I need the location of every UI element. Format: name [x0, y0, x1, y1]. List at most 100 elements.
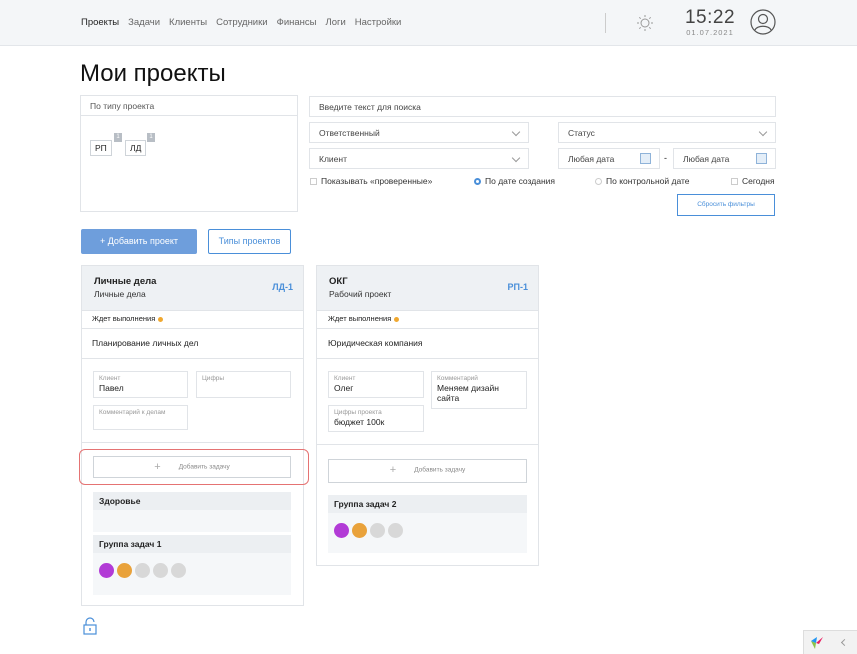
add-task-label: Добавить задачу	[414, 466, 466, 474]
radio-icon	[474, 177, 481, 185]
client-select[interactable]: Клиент	[309, 148, 529, 169]
task-group[interactable]: Здоровье	[93, 492, 291, 532]
by-created-radio[interactable]: По дате создания	[474, 176, 555, 186]
unlock-icon[interactable]	[83, 617, 97, 635]
numbers-field-value: бюджет 100к	[334, 417, 385, 427]
nav-employees[interactable]: Сотрудники	[216, 17, 267, 28]
clock-date: 01.07.2021	[686, 28, 734, 37]
by-control-radio[interactable]: По контрольной дате	[595, 176, 690, 186]
task-dot[interactable]	[388, 523, 403, 538]
client-field[interactable]: Клиент Олег	[328, 371, 424, 398]
reset-filters-button[interactable]: Сбросить фильтры	[677, 194, 775, 216]
status-text: Ждет выполнения	[328, 314, 392, 323]
card-header: ОКГ Рабочий проект РП-1	[317, 266, 538, 311]
checkbox-icon	[310, 177, 317, 185]
task-group-title: Здоровье	[93, 492, 291, 510]
date-to-input[interactable]: Любая дата	[673, 148, 776, 169]
client-field-value: Павел	[99, 383, 124, 393]
calendar-icon[interactable]	[640, 153, 651, 164]
task-dot[interactable]	[370, 523, 385, 538]
date-from-label: Любая дата	[568, 154, 615, 164]
project-description: Планирование личных дел	[92, 338, 199, 348]
responsible-label: Ответственный	[319, 128, 380, 138]
status-badge: Ждет выполнения	[328, 314, 400, 323]
user-icon[interactable]	[750, 9, 776, 35]
task-dots	[99, 563, 186, 578]
project-types-button[interactable]: Типы проектов	[208, 229, 291, 254]
numbers-field[interactable]: Цифры проекта бюджет 100к	[328, 405, 424, 432]
task-dot[interactable]	[334, 523, 349, 538]
comment-field[interactable]: Комментарий к делам	[93, 405, 188, 430]
task-group-title: Группа задач 1	[93, 535, 291, 553]
numbers-field-label: Цифры проекта	[334, 409, 382, 416]
comment-field-label: Комментарий к делам	[99, 409, 166, 416]
numbers-field-label: Цифры	[202, 375, 225, 382]
comment-field[interactable]: Комментарий Меняем дизайн сайта	[431, 371, 527, 409]
nav-logs[interactable]: Логи	[325, 17, 345, 28]
chip-ld[interactable]: ЛД	[125, 140, 147, 156]
divider	[82, 328, 303, 329]
today-checkbox[interactable]: Сегодня	[731, 176, 775, 186]
status-select[interactable]: Статус	[558, 122, 776, 143]
divider	[82, 442, 303, 443]
project-description: Юридическая компания	[328, 338, 423, 348]
project-type-filter: По типу проекта	[80, 95, 298, 212]
task-dot[interactable]	[171, 563, 186, 578]
main-nav: Проекты Задачи Клиенты Сотрудники Финанс…	[81, 17, 401, 28]
divider	[317, 444, 538, 445]
nav-tasks[interactable]: Задачи	[128, 17, 160, 28]
widget-corner[interactable]	[803, 630, 857, 654]
task-group-title: Группа задач 2	[328, 495, 527, 513]
nav-projects[interactable]: Проекты	[81, 17, 119, 28]
status-text: Ждет выполнения	[92, 314, 156, 323]
responsible-select[interactable]: Ответственный	[309, 122, 529, 143]
date-from-input[interactable]: Любая дата	[558, 148, 660, 169]
show-checked-checkbox[interactable]: Показывать «проверенные»	[310, 176, 432, 186]
date-to-label: Любая дата	[683, 154, 730, 164]
project-type: Личные дела	[94, 289, 146, 299]
task-dot[interactable]	[153, 563, 168, 578]
project-name: ОКГ	[329, 276, 348, 287]
task-dot[interactable]	[117, 563, 132, 578]
chevron-left-icon[interactable]	[840, 638, 849, 647]
nav-clients[interactable]: Клиенты	[169, 17, 207, 28]
plus-icon: +	[389, 464, 397, 476]
project-type: Рабочий проект	[329, 289, 392, 299]
logo-icon	[811, 637, 823, 649]
client-field[interactable]: Клиент Павел	[93, 371, 188, 398]
chevron-down-icon	[511, 153, 521, 163]
sun-icon[interactable]	[636, 14, 654, 32]
client-field-value: Олег	[334, 383, 354, 393]
page-title: Мои проекты	[80, 60, 226, 87]
show-checked-label: Показывать «проверенные»	[321, 176, 433, 186]
nav-finance[interactable]: Финансы	[277, 17, 317, 28]
today-label: Сегодня	[742, 176, 775, 186]
nav-settings[interactable]: Настройки	[355, 17, 402, 28]
divider	[82, 358, 303, 359]
client-field-label: Клиент	[334, 375, 356, 382]
client-field-label: Клиент	[99, 375, 121, 382]
radio-icon	[595, 177, 602, 185]
task-dot[interactable]	[352, 523, 367, 538]
divider	[317, 358, 538, 359]
project-name: Личные дела	[94, 276, 157, 287]
chip-rp-count: 1	[114, 133, 122, 142]
add-task-button[interactable]: + Добавить задачу	[328, 459, 527, 483]
add-project-button[interactable]: + Добавить проект	[81, 229, 197, 254]
top-bar: Проекты Задачи Клиенты Сотрудники Финанс…	[0, 0, 857, 46]
calendar-icon[interactable]	[756, 153, 767, 164]
date-dash: -	[664, 153, 667, 163]
chip-rp[interactable]: РП	[90, 140, 112, 156]
task-dot[interactable]	[135, 563, 150, 578]
project-type-label: По типу проекта	[90, 101, 155, 111]
numbers-field[interactable]: Цифры	[196, 371, 291, 398]
chevron-down-icon	[511, 127, 521, 137]
divider	[317, 328, 538, 329]
clock: 15:22 01.07.2021	[680, 8, 740, 38]
task-dot[interactable]	[99, 563, 114, 578]
client-label: Клиент	[319, 154, 347, 164]
by-control-label: По контрольной дате	[606, 176, 690, 186]
chip-ld-count: 1	[147, 133, 155, 142]
comment-field-value: Меняем дизайн сайта	[437, 383, 499, 403]
search-input[interactable]: Введите текст для поиска	[309, 96, 776, 117]
